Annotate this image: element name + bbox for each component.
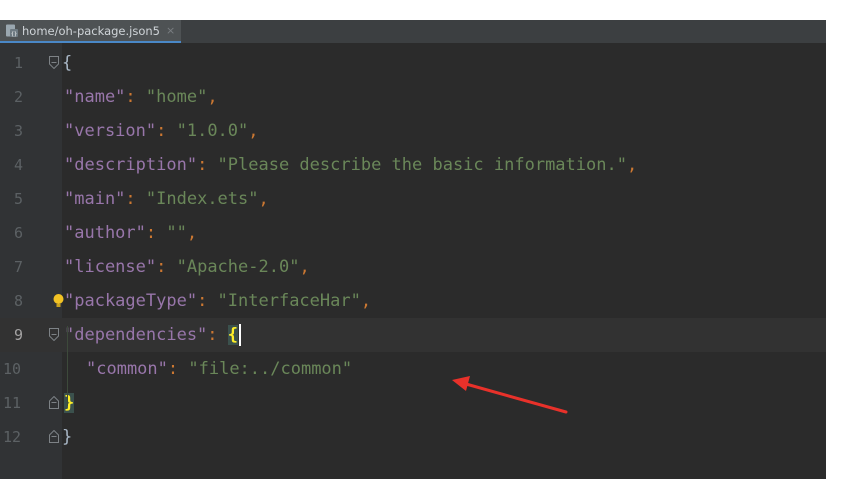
tab-close-icon[interactable]: × xyxy=(166,24,175,37)
indent-guide xyxy=(67,326,68,406)
line-number: 1 xyxy=(14,54,24,72)
json-string: "Apache-2.0" xyxy=(176,257,300,277)
line-number: 3 xyxy=(14,122,24,140)
code-line[interactable]: "name": "home", xyxy=(62,80,826,114)
json-brace: { xyxy=(62,53,73,73)
line-number: 5 xyxy=(14,190,24,208)
json-punctuation: : xyxy=(125,87,146,107)
line-number: 9 xyxy=(14,326,24,344)
json-string: "file:../common" xyxy=(188,359,353,379)
json-punctuation: , xyxy=(299,257,310,277)
gutter-row: 7 xyxy=(0,250,62,284)
gutter-row: 3 xyxy=(0,114,62,148)
line-number-gutter[interactable]: 1 2 3 4 5 6 7 8 9 10 11 12 xyxy=(0,43,64,479)
code-line[interactable]: "common": "file:../common" xyxy=(62,352,826,386)
json-key: "main" xyxy=(64,189,126,209)
matched-brace: { xyxy=(227,325,239,345)
line-number: 4 xyxy=(14,156,24,174)
gutter-row: 8 xyxy=(0,284,64,318)
json-key: "author" xyxy=(64,223,146,243)
gutter-row: 1 xyxy=(0,46,62,80)
json-punctuation: : xyxy=(125,189,146,209)
editor-tab-bar: {} home/oh-package.json5 × xyxy=(0,20,826,43)
code-line[interactable]: "description": "Please describe the basi… xyxy=(62,148,826,182)
json-string: "1.0.0" xyxy=(176,121,249,141)
fold-marker-icon[interactable] xyxy=(49,56,59,69)
matched-brace: } xyxy=(64,393,75,413)
json-punctuation: : xyxy=(197,291,218,311)
code-line[interactable]: "packageType": "InterfaceHar", xyxy=(62,284,826,318)
fold-marker-icon[interactable] xyxy=(49,396,59,409)
gutter-row: 12 xyxy=(0,420,62,454)
json-string: "InterfaceHar" xyxy=(217,291,361,311)
json-key: "license" xyxy=(64,257,157,277)
json-punctuation: , xyxy=(248,121,259,141)
code-line[interactable]: "license": "Apache-2.0", xyxy=(62,250,826,284)
json-file-icon: {} xyxy=(5,24,18,37)
line-number: 7 xyxy=(14,258,24,276)
json-punctuation: , xyxy=(626,155,638,175)
json-string: "Please describe the basic information." xyxy=(217,155,627,175)
code-line[interactable]: "dependencies": { xyxy=(62,318,826,352)
json-string: "" xyxy=(166,223,187,243)
json-punctuation: : xyxy=(145,223,167,243)
json-punctuation: : xyxy=(156,257,177,277)
line-number: 12 xyxy=(3,428,22,446)
code-line[interactable]: } xyxy=(62,386,826,420)
json-punctuation: , xyxy=(258,189,269,209)
line-number: 6 xyxy=(14,224,24,242)
json-brace: } xyxy=(62,427,73,447)
json-key: "dependencies" xyxy=(64,325,208,345)
json-punctuation: , xyxy=(360,291,372,311)
editor-tab[interactable]: {} home/oh-package.json5 × xyxy=(0,20,182,43)
line-number: 10 xyxy=(3,360,22,378)
json-punctuation: : xyxy=(156,121,177,141)
gutter-row: 4 xyxy=(0,148,62,182)
line-number: 8 xyxy=(14,292,24,310)
svg-text:{}: {} xyxy=(11,32,17,38)
json-punctuation: : xyxy=(207,325,228,345)
text-caret xyxy=(239,324,242,346)
code-line[interactable]: "author": "", xyxy=(62,216,826,250)
code-line[interactable]: } xyxy=(62,420,826,454)
code-area[interactable]: {"name": "home", "version": "1.0.0", "desc… xyxy=(62,43,826,479)
fold-marker-icon[interactable] xyxy=(49,430,59,443)
json-string: "home" xyxy=(145,87,208,107)
line-number: 11 xyxy=(3,394,22,412)
line-number: 2 xyxy=(14,88,24,106)
gutter-row: 6 xyxy=(0,216,62,250)
json-key: "packageType" xyxy=(64,291,198,311)
json-punctuation: , xyxy=(186,223,198,243)
code-line[interactable]: { xyxy=(62,46,826,80)
gutter-row: 5 xyxy=(0,182,62,216)
code-line[interactable]: "main": "Index.ets", xyxy=(62,182,826,216)
json-key: "name" xyxy=(64,87,126,107)
gutter-row: 10 xyxy=(0,352,62,386)
tab-label: home/oh-package.json5 xyxy=(22,23,160,38)
json-key: "common" xyxy=(86,359,168,379)
code-line[interactable]: "version": "1.0.0", xyxy=(62,114,826,148)
code-editor[interactable]: {} home/oh-package.json5 × 1 2 3 4 5 6 7 8 9 10 11… xyxy=(0,20,826,479)
json-key: "description" xyxy=(64,155,198,175)
json-string: "Index.ets" xyxy=(145,189,259,209)
json-punctuation: : xyxy=(197,155,218,175)
fold-marker-icon[interactable] xyxy=(49,328,59,341)
json-punctuation: , xyxy=(207,87,218,107)
gutter-row: 2 xyxy=(0,80,62,114)
json-punctuation: : xyxy=(167,359,189,379)
gutter-row: 9 xyxy=(0,318,62,352)
gutter-row: 11 xyxy=(0,386,62,420)
json-key: "version" xyxy=(64,121,157,141)
